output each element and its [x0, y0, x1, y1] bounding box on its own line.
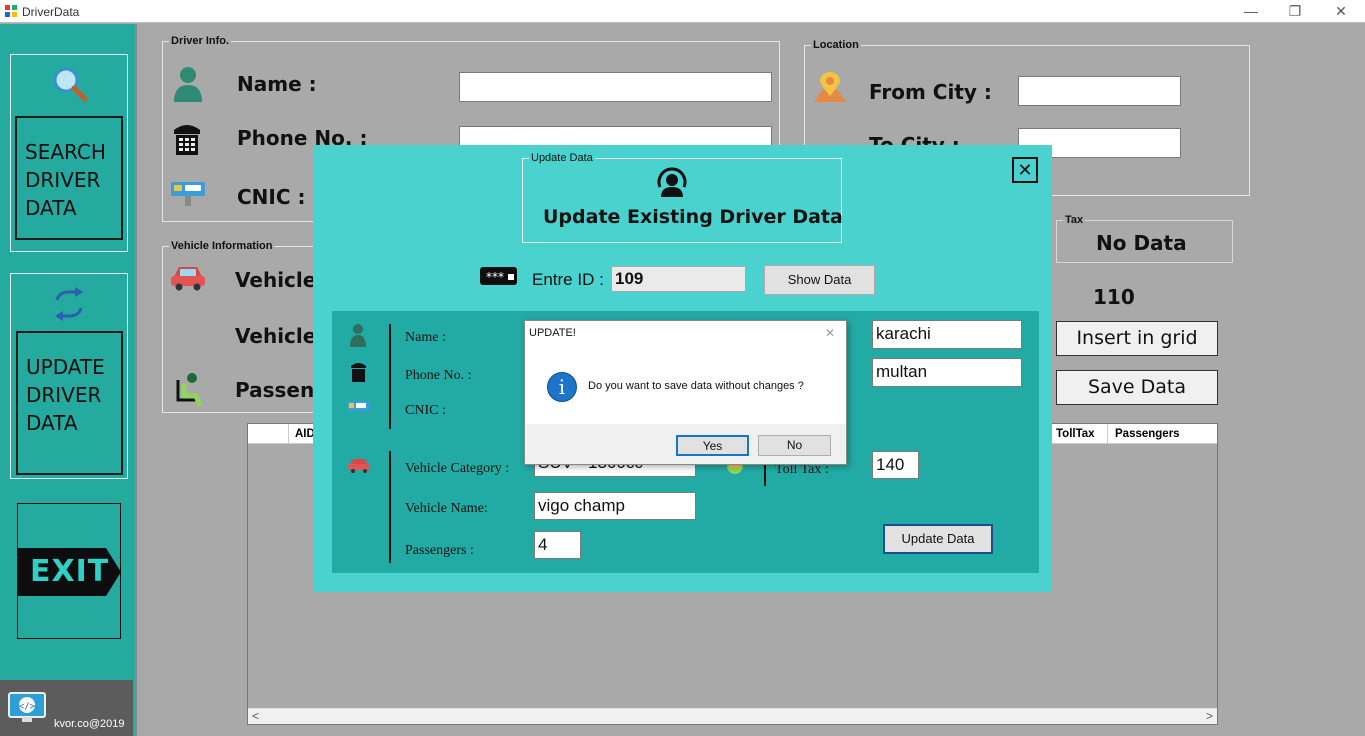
grid-col-tolltax[interactable]: TollTax	[1056, 428, 1095, 440]
from-city-input[interactable]	[1018, 76, 1181, 106]
divider-left-bottom	[389, 451, 391, 563]
insert-grid-button[interactable]: Insert in grid	[1056, 321, 1218, 356]
dialog-close-button[interactable]: ✕	[825, 326, 835, 340]
yes-button[interactable]: Yes	[676, 435, 749, 456]
location-legend: Location	[811, 39, 861, 51]
minimize-button[interactable]: —	[1242, 3, 1260, 19]
restore-button[interactable]: ❐	[1286, 3, 1304, 19]
refresh-icon	[55, 287, 83, 321]
update-data-button[interactable]: Update Data	[883, 524, 993, 554]
info-icon: i	[547, 372, 577, 402]
id-card-icon	[347, 401, 369, 411]
dialog-footer: Yes No	[525, 424, 846, 464]
search-panel: SEARCH DRIVER DATA	[10, 54, 128, 252]
cnic-label: CNIC :	[405, 403, 446, 418]
next-id-value: 110	[1093, 285, 1135, 309]
exit-label[interactable]: EXIT	[30, 554, 109, 589]
name-input[interactable]	[459, 72, 772, 102]
close-button[interactable]: ✕	[1332, 3, 1350, 19]
vehicle-category-label: Vehicle Category :	[405, 461, 510, 476]
car-icon	[171, 267, 205, 291]
map-pin-icon	[814, 72, 846, 102]
scroll-left-arrow[interactable]: <	[252, 709, 259, 723]
app-icon	[5, 5, 17, 17]
vehicle-name-label: Vehicle	[235, 324, 317, 348]
passengers-label: Passengers :	[405, 543, 474, 558]
grid-col-passengers[interactable]: Passengers	[1115, 428, 1180, 440]
no-button[interactable]: No	[758, 435, 831, 456]
grid-col-aid[interactable]: AID	[295, 428, 315, 440]
title-bar: DriverData — ❐ ✕	[0, 0, 1365, 23]
from-city-input[interactable]: karachi	[872, 320, 1022, 349]
phone-icon	[351, 363, 366, 382]
update-legend: Update Data	[529, 152, 595, 164]
to-city-input[interactable]: multan	[872, 358, 1022, 387]
update-panel: UPDATE DRIVER DATA	[10, 273, 128, 479]
footer-credit: kvor.co@2019	[54, 718, 125, 730]
name-label: Name :	[405, 330, 446, 345]
phone-icon	[174, 125, 200, 155]
car-icon	[348, 459, 370, 473]
update-heading: Update Existing Driver Data	[543, 206, 843, 228]
show-data-button[interactable]: Show Data	[764, 265, 875, 295]
footer: </> kvor.co@2019	[0, 680, 133, 736]
search-driver-button[interactable]: SEARCH DRIVER DATA	[15, 116, 123, 240]
scroll-right-arrow[interactable]: >	[1206, 709, 1213, 723]
driver-info-legend: Driver Info.	[169, 35, 232, 47]
tax-value: No Data	[1096, 231, 1187, 255]
vehicle-info-legend: Vehicle Information	[169, 240, 275, 252]
person-icon	[350, 324, 366, 347]
id-card-icon	[171, 182, 205, 206]
enter-id-label: Entre ID :	[532, 270, 604, 289]
toll-tax-input[interactable]: 140	[872, 451, 919, 479]
confirm-dialog: UPDATE! ✕ i Do you want to save data wit…	[524, 320, 847, 465]
divider-left-top	[389, 324, 391, 429]
name-label: Name :	[237, 72, 317, 96]
password-icon: ***	[480, 267, 517, 285]
sidebar: SEARCH DRIVER DATA UPDATE DRIVER DATA EX…	[0, 24, 137, 736]
exit-panel: EXIT	[17, 503, 121, 639]
modal-close-button[interactable]: ✕	[1012, 157, 1038, 183]
tax-legend: Tax	[1063, 214, 1086, 226]
window-title: DriverData	[22, 5, 80, 19]
phone-label: Phone No. :	[405, 368, 472, 383]
save-data-button[interactable]: Save Data	[1056, 370, 1218, 405]
passengers-input[interactable]: 4	[534, 531, 581, 559]
vehicle-name-label: Vehicle Name:	[405, 501, 488, 516]
user-circle-icon	[657, 167, 687, 197]
dialog-title: UPDATE!	[529, 327, 576, 339]
search-icon	[53, 67, 88, 102]
code-monitor-icon: </>	[8, 692, 46, 722]
vehicle-name-input[interactable]: vigo champ	[534, 492, 696, 520]
svg-text:</>: </>	[19, 702, 36, 712]
seat-icon	[176, 373, 203, 407]
svg-text:***: ***	[486, 270, 504, 284]
cnic-label: CNIC :	[237, 185, 306, 209]
from-city-label: From City :	[869, 80, 992, 104]
dialog-message: Do you want to save data without changes…	[588, 380, 804, 392]
vehicle-category-label: Vehicle	[235, 268, 317, 292]
id-input[interactable]: 109	[611, 266, 746, 292]
grid-hscrollbar[interactable]: < >	[248, 708, 1217, 724]
person-icon	[174, 67, 202, 102]
update-driver-button[interactable]: UPDATE DRIVER DATA	[16, 331, 123, 475]
